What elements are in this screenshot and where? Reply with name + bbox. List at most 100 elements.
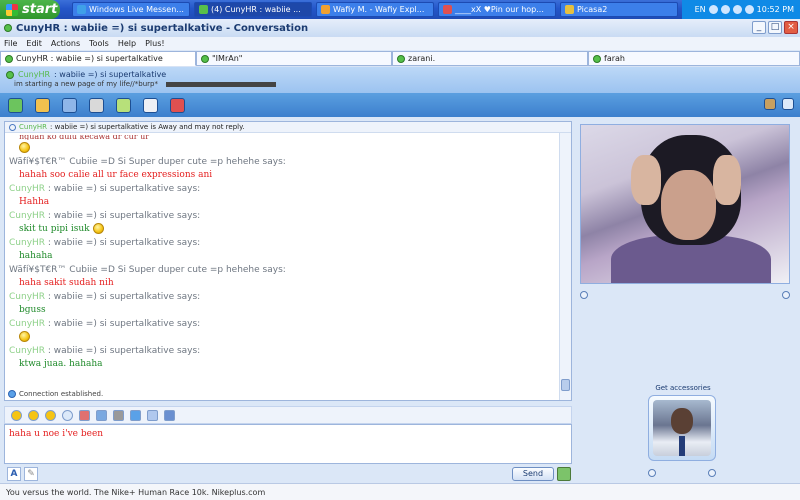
block-icon[interactable] — [170, 97, 185, 113]
handwriting-mode-icon[interactable]: ✎ — [24, 467, 38, 481]
windows-flag-icon — [6, 3, 18, 16]
emoticon-message — [9, 330, 557, 343]
webcam-status-icon[interactable] — [580, 291, 588, 299]
invite-contact-icon[interactable] — [8, 97, 23, 113]
call-icon[interactable] — [89, 97, 104, 113]
taskbar-button[interactable]: Wafiy M. - Wafiy Expl... — [316, 2, 434, 17]
send-button[interactable]: Send — [512, 467, 554, 481]
conversation-tab-label: "IMrAn" — [212, 54, 243, 63]
webcam-controls — [580, 291, 790, 301]
security-icon[interactable] — [744, 5, 754, 14]
message-input-text: haha u noe i've been — [9, 429, 104, 439]
cam-hand-left — [631, 155, 661, 205]
message-input[interactable]: haha u noe i've been — [4, 424, 572, 464]
smiley-icon — [19, 331, 30, 342]
background-icon[interactable] — [96, 409, 107, 421]
redacted-text — [166, 81, 277, 87]
get-accessories-link[interactable]: Get accessories — [576, 384, 790, 392]
advertisement-banner[interactable]: You versus the world. The Nike+ Human Ra… — [0, 483, 800, 500]
taskbar-button[interactable]: (4) CunyHR : wabiie ... — [194, 2, 312, 17]
right-pane: Get accessories — [576, 121, 800, 483]
chevron-down-icon[interactable] — [708, 469, 716, 477]
message-content: skit tu pipi isuk — [19, 223, 90, 234]
menu-item[interactable]: Help — [118, 39, 136, 48]
sender-nick: CunyHR — [9, 238, 46, 248]
send-files-icon[interactable] — [35, 97, 50, 113]
message-content: haha sakit sudah nih — [19, 277, 114, 288]
system-tray: EN 10:52 PM — [682, 0, 800, 19]
conversation-tab[interactable]: CunyHR : wabiie =) si supertalkative — [0, 51, 196, 66]
nudge-icon[interactable] — [45, 409, 56, 421]
photo-tie — [679, 436, 685, 456]
emoticon-message — [9, 141, 557, 154]
show-menu-icon[interactable] — [782, 98, 794, 110]
search-icon[interactable] — [557, 467, 571, 481]
font-options-icon[interactable] — [164, 409, 175, 421]
wink-icon[interactable] — [28, 409, 39, 421]
contact-personal-message: im starting a new page of my life//*burp… — [14, 80, 158, 88]
network-icon[interactable] — [708, 5, 718, 14]
translate-icon[interactable] — [147, 409, 158, 421]
contact-nick: CunyHR — [18, 70, 51, 79]
menu-item[interactable]: Tools — [89, 39, 109, 48]
buddy-status-icon — [201, 54, 209, 63]
webcam-status-icon[interactable] — [648, 469, 656, 477]
action-toolbar — [0, 93, 800, 117]
webcam-icon[interactable] — [62, 97, 77, 113]
voice-clip-icon[interactable] — [62, 409, 73, 421]
font-style-icon[interactable]: A — [7, 467, 21, 481]
close-button[interactable]: × — [784, 21, 798, 34]
clock: 10:52 PM — [756, 5, 794, 14]
chat-scrollbar[interactable] — [559, 133, 571, 400]
connection-status-text: Connection established. — [19, 390, 104, 398]
menu-item[interactable]: Plus! — [145, 39, 165, 48]
volume-icon[interactable] — [720, 5, 730, 14]
message-sender-line: CunyHR : wabiie =) si supertalkative say… — [9, 346, 557, 356]
sender-says: Wãfí¥$T€R™ Cubiie =D Si Super duper cute… — [9, 157, 286, 167]
chevron-down-icon[interactable] — [782, 291, 790, 299]
sender-says: : wabiie =) si supertalkative says: — [45, 319, 201, 329]
title-bar: CunyHR : wabiie =) si supertalkative - C… — [0, 19, 800, 37]
app-icon — [199, 5, 208, 14]
start-button[interactable]: start — [0, 0, 60, 19]
my-display-picture[interactable] — [648, 395, 716, 461]
taskbar-button-label: ____xX ♥Pin our hop... — [455, 5, 544, 14]
message-sender-line: Wãfí¥$T€R™ Cubiie =D Si Super duper cute… — [9, 265, 557, 275]
message-sender-line: CunyHR : wabiie =) si supertalkative say… — [9, 184, 557, 194]
messenger-buddy-icon — [4, 24, 12, 32]
taskbar-button[interactable]: Windows Live Messen... — [72, 2, 190, 17]
menu-item[interactable]: Edit — [26, 39, 42, 48]
sender-says: : wabiie =) si supertalkative says: — [45, 292, 201, 302]
conversation-tab-label: zarani. — [408, 54, 436, 63]
taskbar-button-label: (4) CunyHR : wabiie ... — [211, 5, 301, 14]
sender-says: : wabiie =) si supertalkative says: — [45, 184, 201, 194]
conversation-tab[interactable]: zarani. — [392, 51, 588, 66]
menu-item[interactable]: Actions — [51, 39, 80, 48]
scrollbar-thumb[interactable] — [561, 379, 570, 391]
paint-brush-icon[interactable] — [764, 98, 776, 110]
emoticon-icon[interactable] — [11, 409, 22, 421]
taskbar-button-label: Picasa2 — [577, 5, 608, 14]
chat-history[interactable]: CunyHR : wabiie =) si supertalkative is … — [4, 121, 572, 401]
gift-icon[interactable] — [79, 409, 90, 421]
handwriting-icon[interactable] — [130, 409, 141, 421]
taskbar-button[interactable]: Picasa2 — [560, 2, 678, 17]
sender-nick: CunyHR — [9, 184, 46, 194]
conversation-tab[interactable]: "IMrAn" — [196, 51, 392, 66]
messenger-tray-icon[interactable] — [732, 5, 742, 14]
message-text: skit tu pipi isuk — [9, 222, 557, 235]
ink-icon[interactable] — [113, 409, 124, 421]
activities-icon[interactable] — [116, 97, 131, 113]
language-indicator[interactable]: EN — [695, 5, 706, 14]
taskbar-button[interactable]: ____xX ♥Pin our hop... — [438, 2, 556, 17]
message-text: haha sakit sudah nih — [9, 276, 557, 289]
maximize-button[interactable]: □ — [768, 21, 782, 34]
conversation-tabs: CunyHR : wabiie =) si supertalkative "IMr… — [0, 51, 800, 67]
input-controls: A ✎ Send — [4, 465, 572, 483]
sender-nick: CunyHR — [9, 346, 46, 356]
minimize-button[interactable]: _ — [752, 21, 766, 34]
games-icon[interactable] — [143, 97, 158, 113]
message-sender-line: CunyHR : wabiie =) si supertalkative say… — [9, 211, 557, 221]
conversation-tab[interactable]: farah — [588, 51, 800, 66]
menu-item[interactable]: File — [4, 39, 17, 48]
